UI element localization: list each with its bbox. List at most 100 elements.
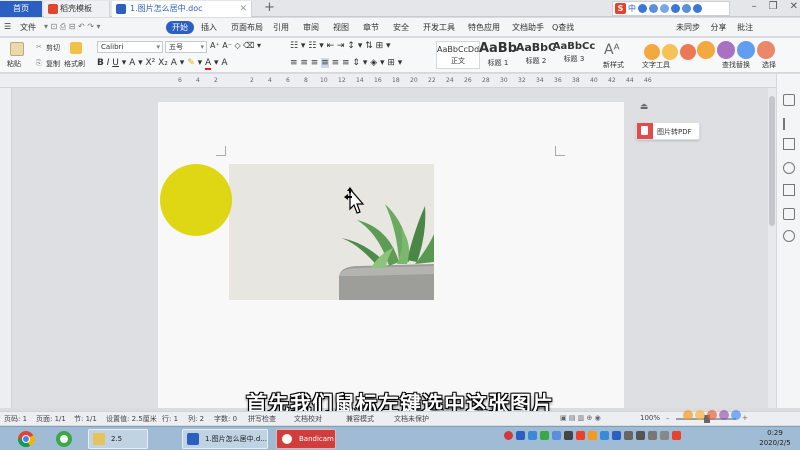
view-mode-icons[interactable]: ▣ ▤ ▥ ⊕ ◉ [560,414,601,422]
tray-app-icon[interactable] [552,431,561,440]
vertical-scrollbar[interactable] [768,88,776,408]
status-word-count[interactable]: 字数: 0 [214,414,237,424]
taskbar-folder[interactable]: 2.5 [88,429,148,449]
menu-references[interactable]: 引用 [273,22,289,33]
status-row[interactable]: 行: 1 [162,414,178,424]
sidebar-shape-icon[interactable] [783,162,795,174]
new-style-label[interactable]: 新样式 [603,60,624,70]
system-clock[interactable]: 0:29 2020/2/5 [752,428,798,448]
new-tab-button[interactable]: + [264,0,275,16]
menu-chapter[interactable]: 章节 [363,22,379,33]
menu-insert[interactable]: 插入 [201,22,217,33]
collapse-panel-icon[interactable]: ⏏ [635,102,653,116]
taskbar-bandicam[interactable]: Bandicam [276,429,336,449]
status-compat-mode[interactable]: 兼容模式 [346,414,374,424]
tray-app-icon[interactable] [612,431,621,440]
close-window-icon[interactable]: ✕ [790,1,798,12]
volume-icon[interactable] [660,431,669,440]
sidebar-help-icon[interactable] [783,230,795,242]
menu-developer[interactable]: 开发工具 [423,22,455,33]
status-setting[interactable]: 设置值: 2.5厘米 [106,414,157,424]
wechat-tray-icon[interactable] [540,431,549,440]
menu-start[interactable]: 开始 [166,21,194,34]
status-section[interactable]: 节: 1/1 [74,414,97,424]
list-tools[interactable]: ☷ ▾ ☷ ▾ ⇤ ⇥ ↕ ▾ ⇅ ⊞ ▾ [290,41,391,51]
status-column[interactable]: 列: 2 [188,414,204,424]
sidebar-select-icon[interactable] [783,94,795,106]
document-page[interactable] [158,102,624,408]
style-heading3[interactable]: AaBbCc 标题 3 [552,41,596,69]
360-browser-icon[interactable] [54,429,74,449]
align-tools[interactable]: ≡ ≡ ≡ ≡ ≡ ≡ ⇕ ▾ ◈ ▾ ⊞ ▾ [290,58,402,68]
status-proofread[interactable]: 文档校对 [294,414,322,424]
sidebar-cursor-icon[interactable] [783,118,795,130]
tray-app-icon[interactable] [600,431,609,440]
font-size-tools[interactable]: A⁺ A⁻ ◇ ⌫ ▾ [210,41,261,50]
unsync-button[interactable]: 未同步 [676,23,700,32]
menu-search[interactable]: Q查找 [552,22,574,33]
font-style-tools[interactable]: B I U ▾ A ▾ X² X₂ A ▾ ✎ ▾ A ▾ A [97,58,228,70]
format-painter-icon[interactable] [70,42,82,54]
menu-page-layout[interactable]: 页面布局 [231,22,263,33]
font-size-select[interactable]: 五号 [165,41,207,53]
annotate-button[interactable]: 批注 [737,23,753,32]
zoom-level[interactable]: 100% [640,414,660,422]
share-button[interactable]: 分享 [711,23,727,32]
tray-app-icon[interactable] [516,431,525,440]
font-name-select[interactable]: Calibri [97,41,163,53]
maximize-icon[interactable]: ❐ [769,1,778,12]
ime-settings-icon[interactable] [693,4,702,13]
close-tab-icon[interactable]: ✕ [239,1,247,17]
keyboard-icon[interactable] [660,4,669,13]
zoom-out-icon[interactable]: – [666,414,670,422]
style-normal[interactable]: AaBbCcDd 正文 [436,41,480,69]
paste-label[interactable]: 粘贴 [7,59,21,69]
hamburger-icon[interactable]: ☰ [4,22,11,31]
status-protection[interactable]: 文档未保护 [394,414,429,424]
menu-review[interactable]: 审阅 [303,22,319,33]
sidebar-nav-icon[interactable] [783,184,795,196]
toolbox-icon[interactable] [682,4,691,13]
tray-app-icon[interactable] [624,431,633,440]
scrollbar-thumb[interactable] [769,96,775,226]
menu-features[interactable]: 特色应用 [468,22,500,33]
copy-label[interactable]: 复制 [46,59,60,69]
punctuation-icon[interactable] [638,4,647,13]
tray-app-icon[interactable] [564,431,573,440]
menu-file[interactable]: 文件 [20,22,36,33]
tray-app-icon[interactable] [528,431,537,440]
paste-icon[interactable] [10,42,24,56]
sidebar-share-icon[interactable] [783,208,795,220]
new-style-icon[interactable]: Aᴬ [604,42,620,58]
menu-view[interactable]: 视图 [333,22,349,33]
tray-app-icon[interactable] [588,431,597,440]
ime-language[interactable]: 中 [628,3,636,14]
menu-security[interactable]: 安全 [393,22,409,33]
skin-icon[interactable] [671,4,680,13]
menu-doc-assistant[interactable]: 文档助手 [512,22,544,33]
sidebar-style-icon[interactable] [783,138,795,150]
format-painter-label[interactable]: 格式刷 [64,59,85,69]
voice-icon[interactable] [649,4,658,13]
copy-icon[interactable]: ⎘ [36,59,42,68]
ime-tray-icon[interactable] [672,431,681,440]
taskbar-wps-doc[interactable]: 1.图片怎么居中.d... [182,429,268,449]
quick-access-icons[interactable]: ▾ ⊡ ⎙ ⊟ ↶ ↷ ▾ [44,22,101,32]
tab-home[interactable]: 首页 [0,1,42,17]
status-page-number[interactable]: 页码: 1 [4,414,27,424]
network-icon[interactable] [648,431,657,440]
status-spell-check[interactable]: 拼写检查 [248,414,276,424]
cut-icon[interactable]: ✂ [36,43,42,51]
tray-app-icon[interactable] [636,431,645,440]
sogou-ime-icon[interactable]: S [615,3,626,14]
sogou-tray-icon[interactable] [576,431,585,440]
tab-templates[interactable]: 稻壳模板 [44,1,110,17]
tab-document[interactable]: 1.图片怎么居中.doc ✕ [112,1,252,17]
chrome-icon[interactable] [16,429,36,449]
succulent-photo[interactable] [229,164,434,300]
record-tray-icon[interactable] [504,431,513,440]
image-to-pdf-button[interactable]: 图片转PDF [636,122,700,140]
cut-label[interactable]: 剪切 [46,43,60,53]
status-pages[interactable]: 页面: 1/1 [36,414,66,424]
minimize-icon[interactable]: – [752,1,757,12]
